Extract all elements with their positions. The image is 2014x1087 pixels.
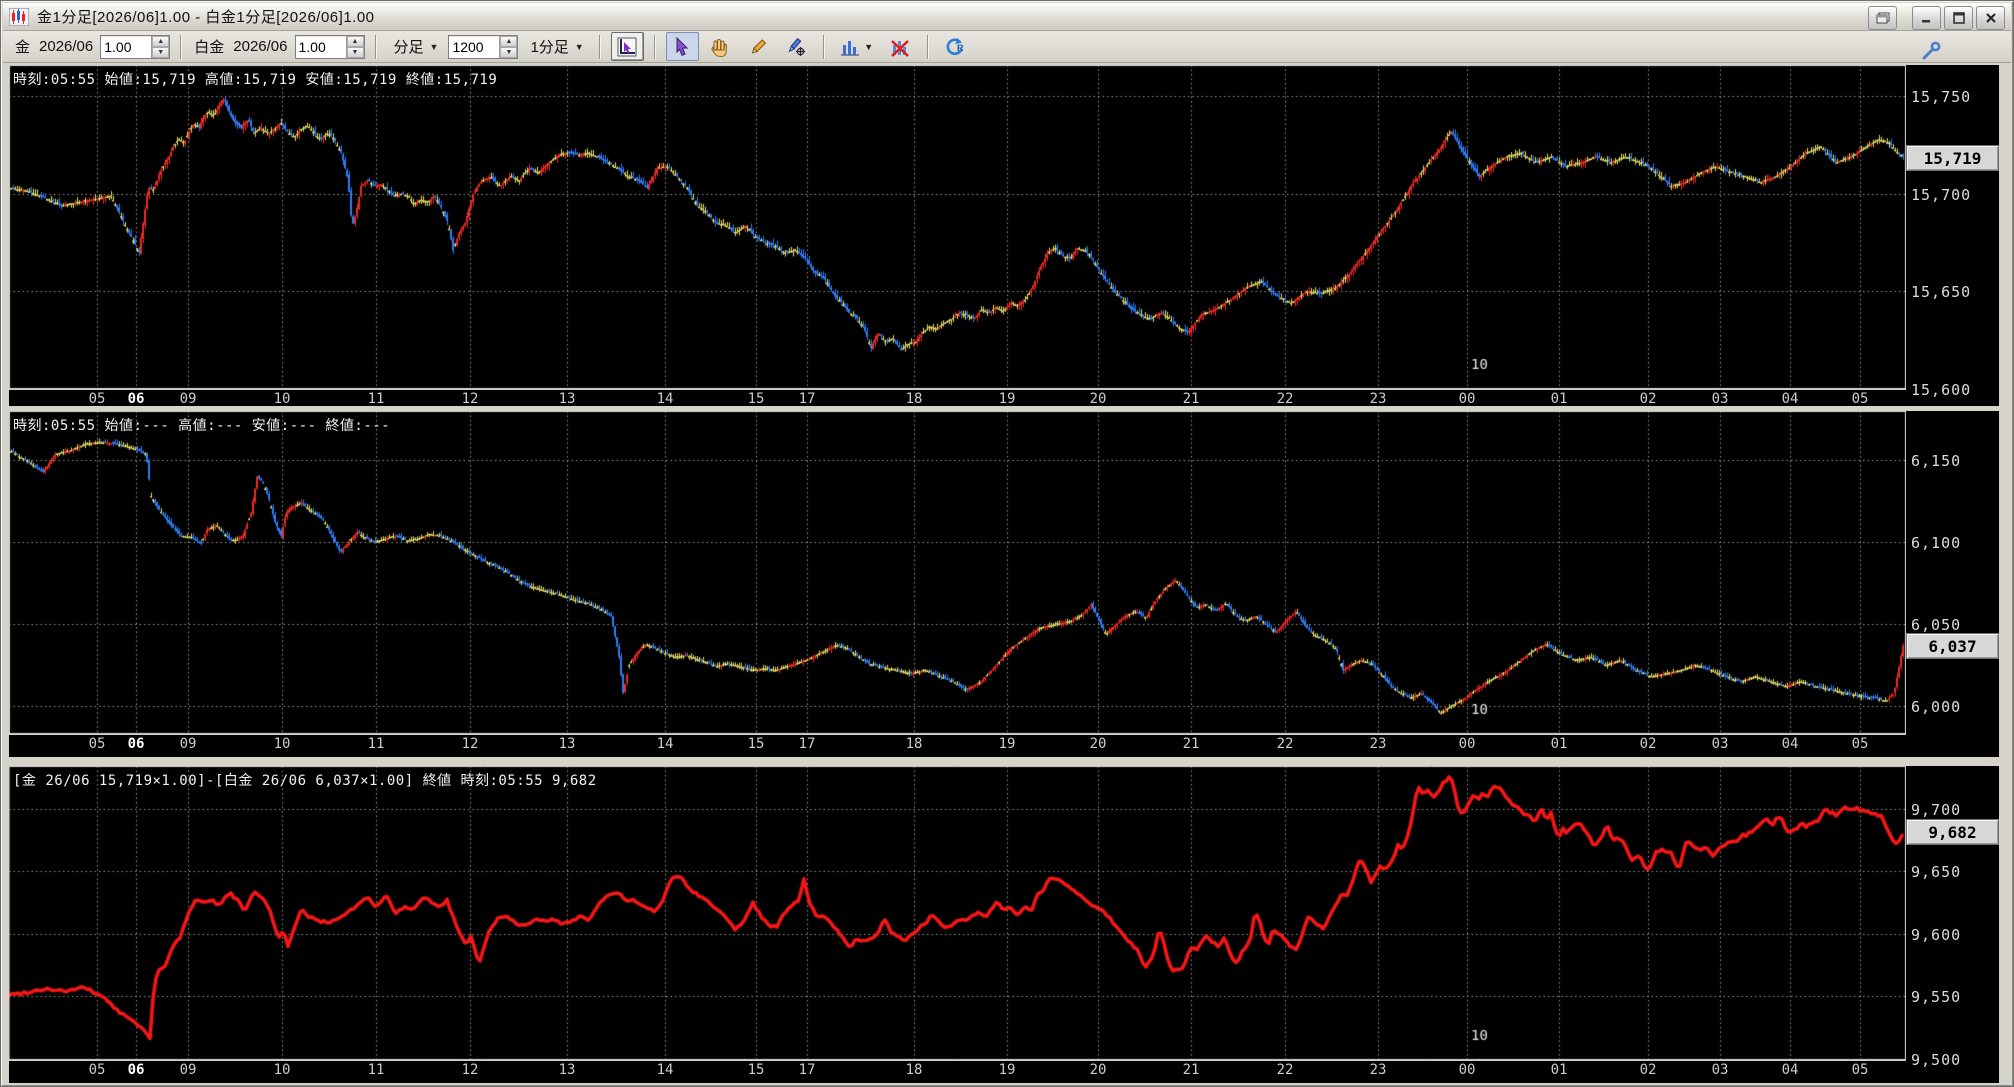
x-axis-label: 17 [798,391,816,407]
x-axis-label: 10 [273,391,291,407]
x-axis-label: 17 [798,1062,816,1078]
x-axis-label: 17 [798,736,816,752]
last-price-box: 9,682 [1906,819,1999,845]
y-axis: 6,150 6,100 6,050 6,000 6,037 [1906,411,1999,757]
x-axis-label: 20 [1089,736,1107,752]
y-axis: 9,700 9,650 9,600 9,550 9,500 9,682 [1906,766,1999,1083]
y-axis-label: 9,600 [1911,926,1962,944]
x-axis-label: 04 [1781,391,1799,407]
x-axis-label: 09 [179,1062,197,1078]
x-axis-label: 05 [88,736,106,752]
last-price-box: 6,037 [1906,633,1999,659]
x-axis-label: 23 [1369,736,1387,752]
chart-stack: 時刻:05:55 始値:15,719 高値:15,719 安値:15,719 終… [1,1,2013,1086]
x-axis: 05 06 09 10 11 12 13 14 15 17 18 19 20 21 22 23 00 01 02 03… [9,734,1906,757]
x-axis-label: 10 [273,736,291,752]
y-axis: 15,750 15,700 15,650 15,600 15,719 [1906,65,1999,406]
x-axis-label: 03 [1711,736,1729,752]
x-axis-label: 00 [1458,736,1476,752]
x-axis-label: 21 [1182,1062,1200,1078]
x-axis-label: 12 [461,1062,479,1078]
x-axis-label: 05 [1851,391,1869,407]
y-axis-label: 15,750 [1911,88,1972,106]
y-axis-label: 9,500 [1911,1051,1962,1069]
x-axis-label: 10 [273,1062,291,1078]
x-axis-label: 18 [905,736,923,752]
x-axis-label: 01 [1550,391,1568,407]
x-axis-label: 13 [558,736,576,752]
x-axis-label: 01 [1550,1062,1568,1078]
y-axis-label: 15,600 [1911,381,1972,399]
y-axis-label: 6,100 [1911,534,1962,552]
x-axis-label: 04 [1781,1062,1799,1078]
x-axis-label: 01 [1550,736,1568,752]
x-axis-label: 14 [656,736,674,752]
x-axis-label: 18 [905,391,923,407]
last-price-box: 15,719 [1906,145,1999,171]
x-axis-label: 05 [88,391,106,407]
platinum-chart-canvas[interactable] [9,411,1906,734]
ohlc-info-line: [金 26/06 15,719×1.00]-[白金 26/06 6,037×1.… [13,773,597,789]
x-axis-label: 13 [558,391,576,407]
spread-chart-canvas[interactable] [9,766,1906,1060]
x-axis-label: 02 [1639,736,1657,752]
x-axis-label: 04 [1781,736,1799,752]
gold-chart-canvas[interactable] [9,65,1906,389]
ohlc-info-line: 時刻:05:55 始値:15,719 高値:15,719 安値:15,719 終… [13,72,498,88]
x-axis-label: 06 [127,1062,145,1078]
x-axis-label: 19 [998,736,1016,752]
y-axis-label: 9,700 [1911,801,1962,819]
y-axis-label: 6,050 [1911,616,1962,634]
x-axis-label: 22 [1276,1062,1294,1078]
x-axis-label: 15 [747,1062,765,1078]
x-axis-label: 05 [1851,736,1869,752]
y-axis-label: 6,150 [1911,452,1962,470]
x-axis-label: 20 [1089,1062,1107,1078]
x-axis-label: 23 [1369,391,1387,407]
x-axis-label: 15 [747,391,765,407]
x-axis-label: 19 [998,391,1016,407]
x-axis-label: 05 [1851,1062,1869,1078]
x-axis-label: 11 [367,391,385,407]
y-axis-label: 9,650 [1911,863,1962,881]
x-axis-label: 14 [656,1062,674,1078]
x-axis-label: 23 [1369,1062,1387,1078]
y-axis-label: 15,650 [1911,283,1972,301]
x-axis-label: 12 [461,391,479,407]
x-axis-label: 06 [127,736,145,752]
x-axis-label: 19 [998,1062,1016,1078]
x-axis-label: 22 [1276,736,1294,752]
x-axis-label: 22 [1276,391,1294,407]
x-axis-label: 09 [179,736,197,752]
x-axis-label: 02 [1639,1062,1657,1078]
x-axis-label: 20 [1089,391,1107,407]
x-axis-label: 02 [1639,391,1657,407]
x-axis-label: 11 [367,736,385,752]
x-axis-label: 05 [88,1062,106,1078]
x-axis-label: 00 [1458,1062,1476,1078]
x-axis-label: 03 [1711,391,1729,407]
x-axis-label: 21 [1182,391,1200,407]
x-axis-label: 06 [127,391,145,407]
x-axis-label: 13 [558,1062,576,1078]
x-axis-label: 21 [1182,736,1200,752]
x-axis-label: 18 [905,1062,923,1078]
x-axis-label: 12 [461,736,479,752]
x-axis-label: 15 [747,736,765,752]
ohlc-info-line: 時刻:05:55 始値:--- 高値:--- 安値:--- 終値:--- [13,418,391,434]
x-axis-label: 11 [367,1062,385,1078]
y-axis-label: 9,550 [1911,988,1962,1006]
x-axis-label: 00 [1458,391,1476,407]
y-axis-label: 15,700 [1911,186,1972,204]
x-axis-label: 09 [179,391,197,407]
x-axis-label: 14 [656,391,674,407]
y-axis-label: 6,000 [1911,698,1962,716]
x-axis-label: 03 [1711,1062,1729,1078]
x-axis: 05 06 09 10 11 12 13 14 15 17 18 19 20 21 22 23 00 01 02 03… [9,1060,1906,1083]
app-window: 金1分足[2026/06]1.00 - 白金1分足[2026/06]1.00 金… [0,0,2014,1087]
x-axis: 05 06 09 10 11 12 13 14 15 17 18 19 20 21 22 23 00 01 02 03… [9,389,1906,407]
